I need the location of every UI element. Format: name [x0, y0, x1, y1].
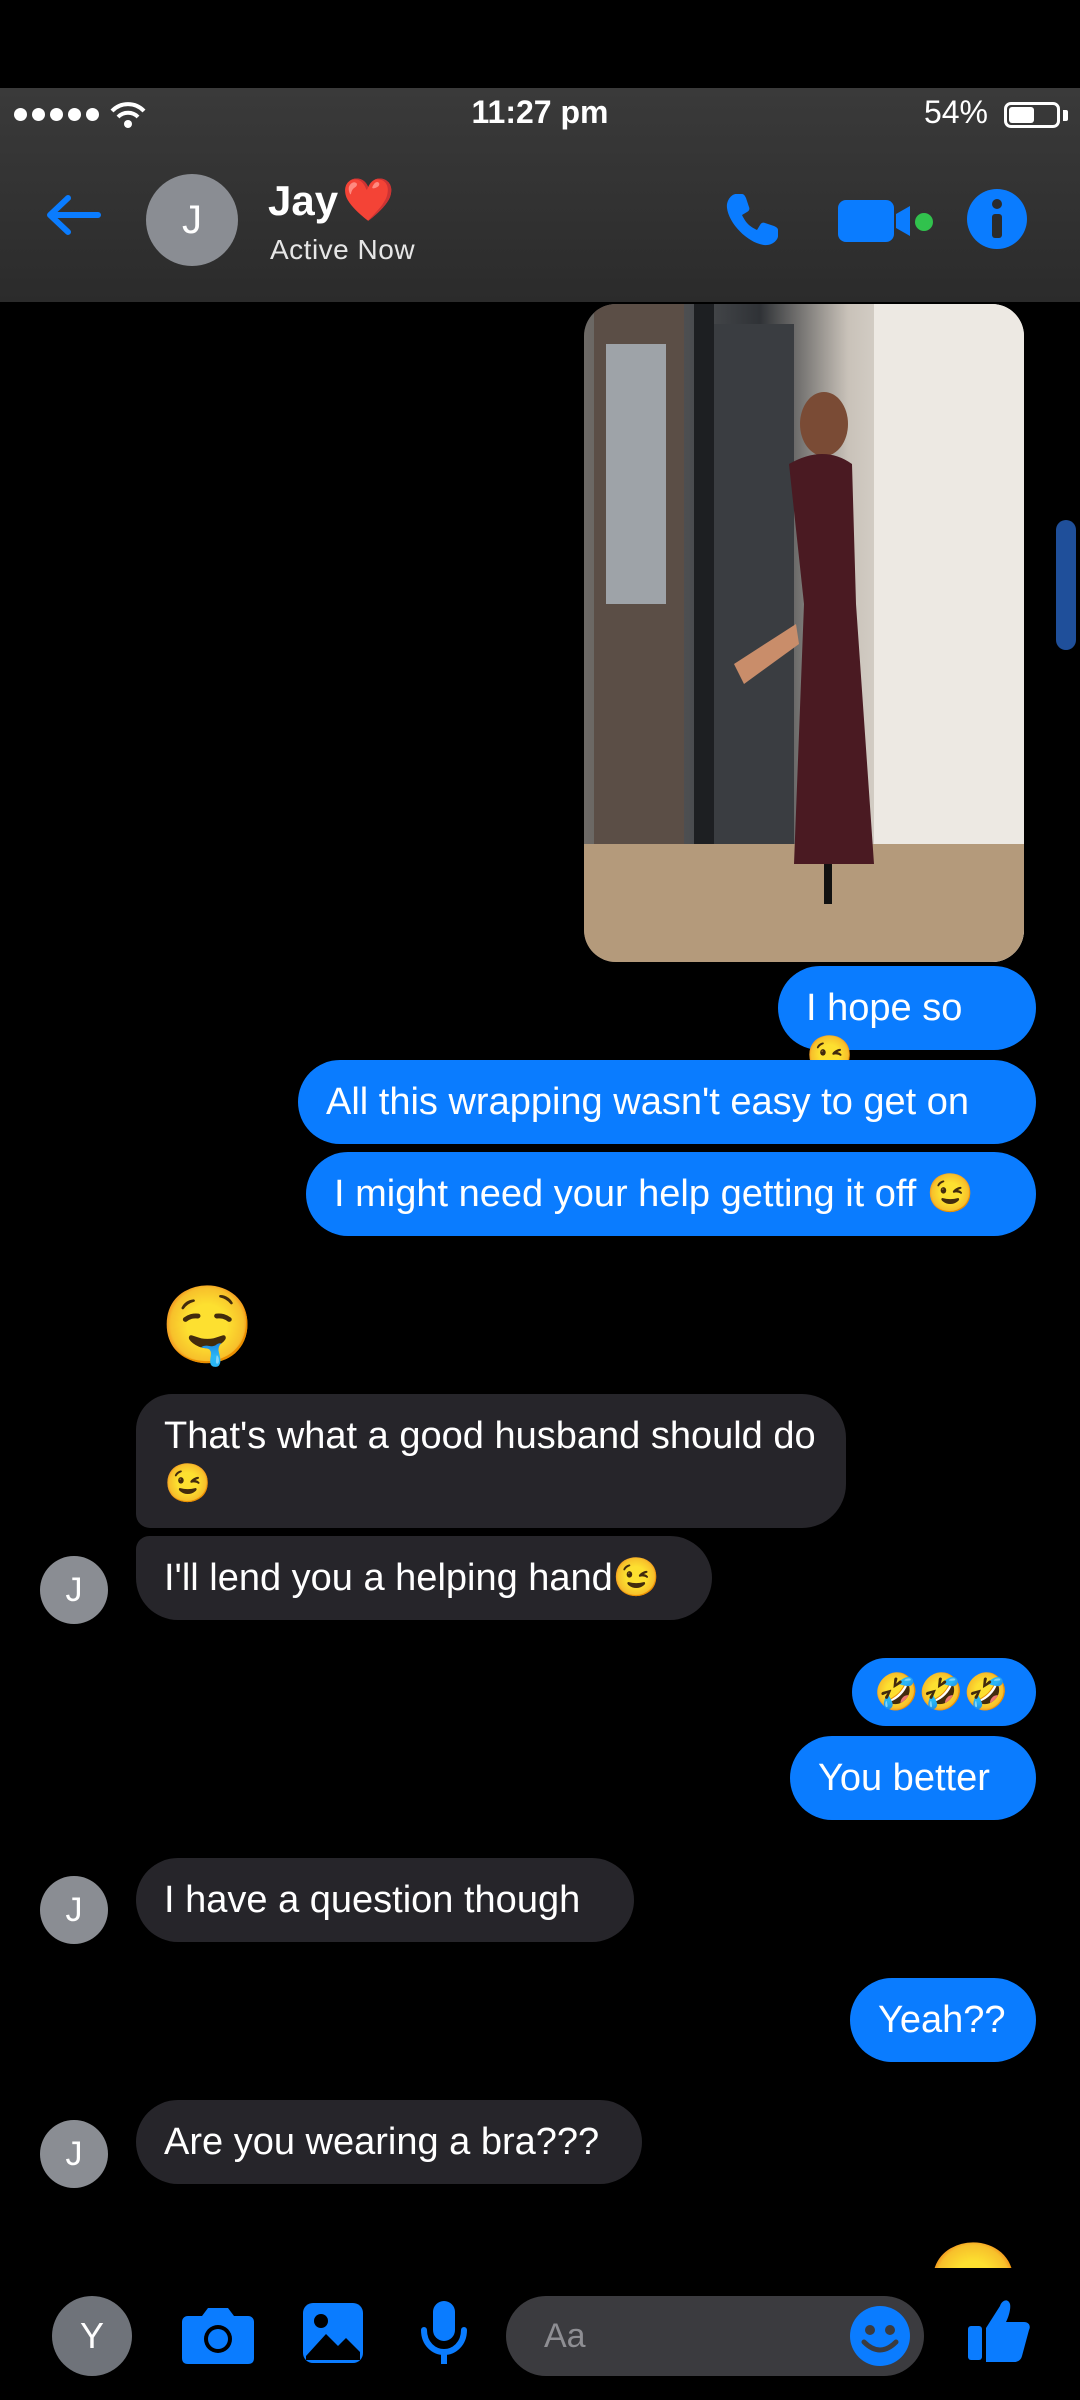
info-icon[interactable]	[966, 188, 1028, 250]
contact-avatar[interactable]: J	[146, 174, 238, 266]
message-bubble-out[interactable]: All this wrapping wasn't easy to get on	[298, 1060, 1036, 1144]
image-icon[interactable]	[300, 2300, 366, 2366]
status-area	[0, 0, 1080, 88]
message-bubble-in[interactable]: That's what a good husband should do😉	[136, 1394, 846, 1528]
active-dot	[915, 213, 933, 231]
like-icon[interactable]	[966, 2294, 1032, 2364]
message-bubble-out[interactable]: Yeah??	[850, 1978, 1036, 2062]
message-bubble-out[interactable]: You better	[790, 1736, 1036, 1820]
battery-icon	[1004, 102, 1060, 128]
contact-avatar-small[interactable]: J	[40, 1876, 108, 1944]
emoji-icon[interactable]	[848, 2304, 912, 2368]
contact-name-row[interactable]: Jay ❤️	[268, 176, 394, 225]
contact-avatar-small[interactable]: J	[40, 1556, 108, 1624]
phone-icon[interactable]	[722, 190, 782, 250]
message-bubble-out[interactable]: I might need your help getting it off 😉	[306, 1152, 1036, 1236]
scroll-indicator[interactable]	[1056, 520, 1076, 650]
video-icon[interactable]	[836, 192, 936, 248]
status-bar: 11:27 pm 54%	[0, 88, 1080, 140]
message-bubble-in[interactable]: I'll lend you a helping hand😉	[136, 1536, 712, 1620]
contact-avatar-small[interactable]: J	[40, 2120, 108, 2188]
active-status: Active Now	[270, 234, 416, 265]
message-bubble-in[interactable]: Are you wearing a bra???	[136, 2100, 642, 2184]
contact-name: Jay	[268, 176, 339, 224]
battery-tip	[1063, 110, 1068, 121]
shared-photo[interactable]	[584, 304, 1024, 962]
user-avatar[interactable]: Y	[52, 2296, 132, 2376]
mic-icon[interactable]	[418, 2298, 470, 2370]
message-bubble-out[interactable]: I hope so😉	[778, 966, 1036, 1077]
battery-percent: 54%	[923, 94, 988, 130]
message-bubble-out[interactable]: 🤣🤣🤣	[852, 1658, 1036, 1726]
heart-emoji: ❤️	[342, 176, 395, 223]
camera-icon[interactable]	[180, 2302, 256, 2366]
message-bubble-in[interactable]: I have a question though	[136, 1858, 634, 1942]
status-time: 11:27 pm	[471, 94, 609, 130]
composer-bar: Y Aa	[0, 2270, 1080, 2400]
partial-emoji-out[interactable]: 😊	[926, 2228, 1021, 2268]
chat-header: 11:27 pm 54% J Jay ❤️ Active Now	[0, 88, 1080, 302]
back-arrow-icon[interactable]	[42, 190, 102, 240]
reaction-emoji-drool[interactable]: 🤤	[160, 1280, 255, 1370]
